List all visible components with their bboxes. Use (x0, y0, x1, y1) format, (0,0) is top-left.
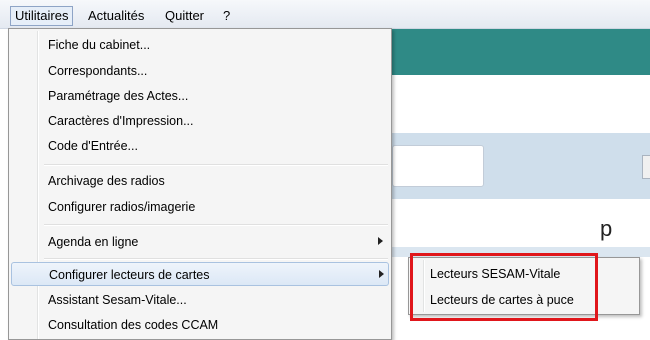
menu-item-agenda-en-ligne[interactable]: Agenda en ligne (11, 230, 389, 254)
menu-item-label: Configurer lecteurs de cartes (49, 268, 210, 282)
app-header-band (390, 29, 650, 75)
menu-item-label: Consultation des codes CCAM (48, 318, 219, 332)
menu-item-label: Fiche du cabinet... (48, 38, 151, 52)
menu-item-label: Code d'Entrée... (48, 139, 138, 153)
menu-separator (44, 224, 388, 226)
utilitaires-dropdown: Fiche du cabinet... Correspondants... Pa… (8, 28, 392, 340)
menu-item-label: Assistant Sesam-Vitale... (48, 293, 187, 307)
menu-item-label: Caractères d'Impression... (48, 114, 194, 128)
submenu-arrow-icon (379, 270, 384, 278)
menu-item-parametrage-actes[interactable]: Paramétrage des Actes... (11, 84, 389, 108)
menu-separator (44, 258, 388, 260)
menu-quitter[interactable]: Quitter (161, 7, 208, 25)
menu-item-label: Agenda en ligne (48, 235, 139, 249)
menu-item-archivage-radios[interactable]: Archivage des radios (11, 169, 389, 193)
menu-utilitaires[interactable]: Utilitaires (10, 6, 74, 26)
menu-item-label: Correspondants... (48, 64, 148, 78)
app-side-button[interactable] (642, 155, 650, 179)
submenu-arrow-icon (378, 237, 383, 245)
menu-item-fiche-cabinet[interactable]: Fiche du cabinet... (11, 33, 389, 57)
menu-item-code-entree[interactable]: Code d'Entrée... (11, 134, 389, 158)
menu-item-label: Configurer radios/imagerie (48, 200, 196, 214)
menu-bar: Utilitaires Actualités Quitter ? (0, 0, 650, 29)
app-panel-top (390, 75, 650, 133)
menu-item-caracteres-impression[interactable]: Caractères d'Impression... (11, 109, 389, 133)
app-input-field[interactable] (392, 145, 484, 187)
menu-item-consultation-ccam[interactable]: Consultation des codes CCAM (11, 313, 389, 337)
menu-item-label: Archivage des radios (48, 174, 165, 188)
app-partial-text: p (600, 216, 613, 241)
menu-item-configurer-lecteurs[interactable]: Configurer lecteurs de cartes (11, 262, 389, 286)
menu-item-correspondants[interactable]: Correspondants... (11, 59, 389, 83)
highlight-annotation-box (410, 253, 598, 321)
menu-item-label: Paramétrage des Actes... (48, 89, 189, 103)
menu-help[interactable]: ? (219, 7, 234, 25)
menu-item-configurer-radios[interactable]: Configurer radios/imagerie (11, 195, 389, 219)
menu-item-assistant-sesam[interactable]: Assistant Sesam-Vitale... (11, 288, 389, 312)
menu-separator (44, 164, 388, 166)
menu-actualites[interactable]: Actualités (84, 7, 148, 25)
